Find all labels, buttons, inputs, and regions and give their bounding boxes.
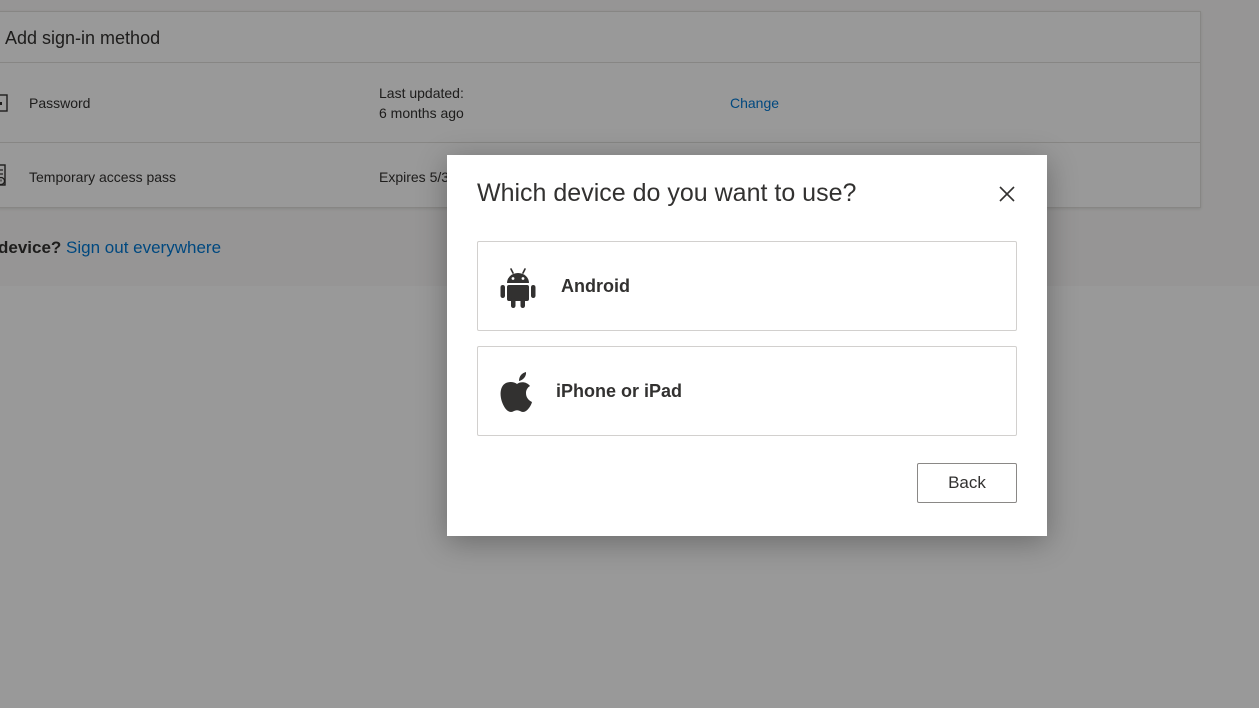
- back-button[interactable]: Back: [917, 463, 1017, 503]
- close-icon: [999, 186, 1015, 202]
- android-icon: [500, 266, 536, 315]
- iphone-option-label: iPhone or iPad: [556, 381, 683, 401]
- device-choice-dialog: Which device do you want to use? Android: [447, 155, 1047, 536]
- close-button[interactable]: [996, 183, 1018, 205]
- iphone-option-button[interactable]: iPhone or iPad: [477, 346, 1017, 436]
- android-option-label: Android: [561, 276, 630, 296]
- dialog-title: Which device do you want to use?: [477, 179, 857, 207]
- apple-icon: [499, 371, 535, 420]
- android-option-button[interactable]: Android: [477, 241, 1017, 331]
